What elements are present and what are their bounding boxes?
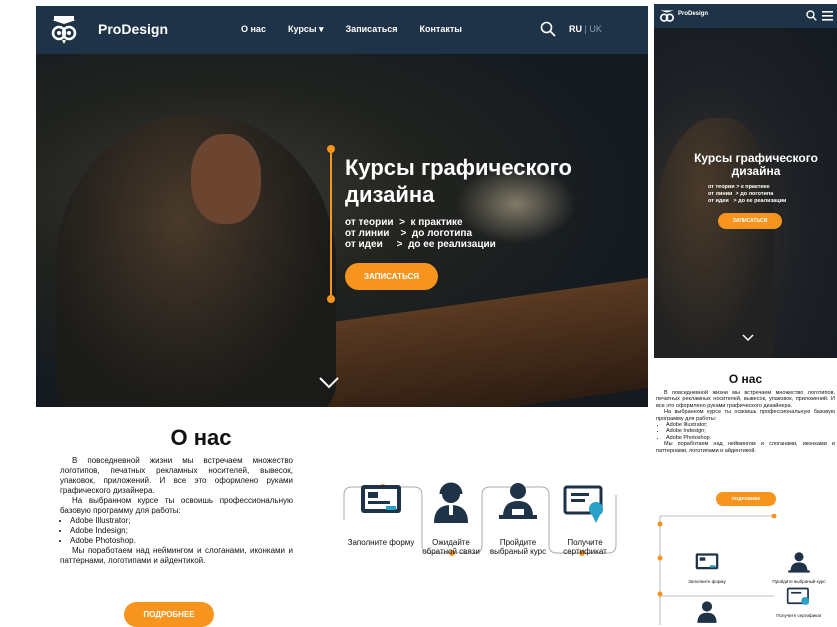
hero-tagline: от теории > к практике от линии > до лог… (345, 217, 496, 250)
navbar: ProDesign О нас Курсы ▾ Записаться Конта… (36, 6, 648, 54)
software-list: Adobe Illustrator; Adobe Indesign; Adobe… (70, 516, 293, 546)
owl-logo-icon[interactable] (48, 14, 80, 46)
software-list: Adobe Illustrator; Adobe Indesign; Adobe… (666, 422, 835, 441)
signup-button[interactable]: ЗАПИСАТЬСЯ (345, 263, 438, 290)
student-icon (788, 552, 810, 573)
about-title: О нас (170, 425, 232, 450)
language-switch: RU | UK (569, 24, 602, 34)
mobile-navbar: ProDesign (654, 4, 837, 28)
step-take-course: Пройдите выбраный курс (483, 465, 553, 556)
search-icon[interactable] (540, 21, 556, 37)
main-menu: О нас Курсы ▾ Записаться Контакты (241, 24, 484, 35)
step-label: Получите сертификат (563, 538, 607, 556)
tagline-row: от теории > к практике (345, 217, 463, 228)
operator-icon (434, 482, 468, 523)
step-label: Ожидайте обратной связи (422, 538, 480, 556)
operator-icon (697, 601, 717, 623)
brand-name[interactable]: ProDesign (98, 21, 168, 37)
owl-logo-icon[interactable] (658, 7, 676, 25)
certificate-icon (563, 485, 603, 523)
nav-item-courses[interactable]: Курсы ▾ (288, 24, 324, 35)
hero-banner: Курсы графического дизайна от теории > к… (36, 54, 648, 407)
about-text: В повседневной жизни мы встречаем множес… (654, 390, 837, 454)
chevron-down-icon[interactable] (318, 376, 340, 390)
form-icon (695, 553, 719, 570)
about-title: О нас (728, 372, 763, 386)
lang-separator: | (584, 24, 587, 34)
chevron-down-icon[interactable] (742, 334, 754, 342)
step-take-course: Пройдите выбраный курс (764, 550, 834, 584)
certificate-icon (786, 587, 810, 605)
step-fill-form: Заполните форму (346, 465, 416, 547)
signup-button[interactable]: ЗАПИСАТЬСЯ (718, 213, 782, 229)
step-get-certificate: Получите сертификат (550, 465, 620, 556)
step-label: Заполните форму (347, 538, 415, 547)
lang-uk[interactable]: UK (589, 24, 602, 34)
step-wait-feedback: Ожидайте обратной связи (672, 598, 742, 627)
step-wait-feedback: Ожидайте обратной связи (416, 465, 486, 556)
search-icon[interactable] (806, 10, 817, 21)
mobile-view: ProDesign Курсы графического дизайна от … (654, 4, 837, 627)
about-text: В повседневной жизни мы встречаем множес… (60, 456, 293, 566)
tagline-row: от линии > до логотипа (345, 228, 473, 239)
student-icon (499, 483, 537, 519)
step-label: Получите сертификат (776, 613, 822, 618)
hero-tagline: от теории > к практике от линии > до лог… (708, 184, 787, 204)
brand-name[interactable]: ProDesign (678, 11, 708, 17)
step-label: Заполните форму (688, 579, 726, 584)
step-get-certificate: Получите сертификат (764, 584, 834, 618)
hamburger-menu-icon[interactable] (822, 11, 833, 21)
about-section: О нас В повседневной жизни мы встречаем … (36, 407, 648, 627)
list-item: Adobe Illustrator; (70, 516, 293, 526)
tagline-row: от идеи > до ее реализации (345, 239, 496, 250)
about-paragraph-1: В повседневной жизни мы встречаем множес… (656, 390, 835, 409)
more-button[interactable]: ПОДРОБНЕЕ (124, 602, 214, 627)
about-paragraph-2: На выбранном курсе ты освоишь профессион… (656, 409, 835, 422)
step-fill-form: Заполните форму (672, 550, 742, 584)
about-paragraph-3: Мы поработаем над неймингом и слоганами,… (60, 546, 293, 565)
nav-item-about[interactable]: О нас (241, 24, 266, 35)
hero-face (191, 134, 261, 224)
hero-title: Курсы графического дизайна (694, 151, 818, 178)
lang-ru[interactable]: RU (569, 24, 582, 34)
about-paragraph-1: В повседневной жизни мы встречаем множес… (60, 456, 293, 495)
steps-process: Заполните форму Ожидайте обратной связи (336, 465, 626, 585)
hero-title: Курсы графического дизайна (345, 155, 572, 207)
mobile-hero: Курсы графического дизайна от теории > к… (654, 28, 837, 358)
nav-item-signup[interactable]: Записаться (346, 24, 398, 35)
desktop-view: ProDesign О нас Курсы ▾ Записаться Конта… (36, 6, 648, 627)
hero-accent-line (327, 145, 335, 303)
more-button[interactable]: ПОДРОБНЕЕ (716, 492, 776, 506)
about-paragraph-2: На выбранном курсе ты освоишь профессион… (60, 496, 293, 515)
about-paragraph-3: Мы поработаем над неймингом и слоганами,… (656, 441, 835, 454)
list-item: Adobe Indesign; (70, 526, 293, 536)
nav-item-contacts[interactable]: Контакты (419, 24, 461, 35)
form-icon (361, 485, 401, 513)
list-item: Adobe Photoshop. (70, 536, 293, 546)
step-label: Пройдите выбраный курс (489, 538, 547, 556)
